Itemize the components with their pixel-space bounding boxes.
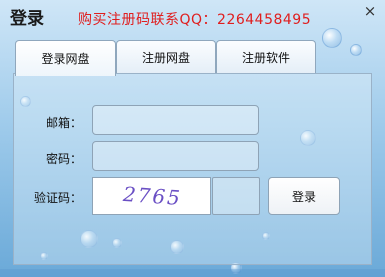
tab-label: 注册网盘 [141,51,190,65]
email-label: 邮箱： [45,116,82,130]
captcha-label: 验证码： [33,191,82,205]
password-field[interactable] [92,141,259,171]
tab-label: 登录网盘 [41,52,90,66]
window-title: 登录 [10,9,44,29]
captcha-text: 2765 [122,181,183,211]
captcha-input[interactable] [212,177,260,215]
close-icon[interactable]: × [359,3,381,19]
droplet-icon [322,28,342,48]
email-field[interactable] [92,105,259,135]
password-label: 密码： [45,152,82,166]
promo-text: 购买注册码联系QQ：2264458495 [78,12,312,28]
tab-register-drive[interactable]: 注册网盘 [116,40,216,74]
captcha-image[interactable]: 2765 [92,177,211,215]
tab-register-software[interactable]: 注册软件 [216,40,316,74]
tab-label: 注册软件 [241,51,290,65]
status-bar [0,269,385,277]
tab-login-drive[interactable]: 登录网盘 [15,40,116,76]
login-button[interactable]: 登录 [268,177,340,215]
droplet-icon [350,44,362,56]
